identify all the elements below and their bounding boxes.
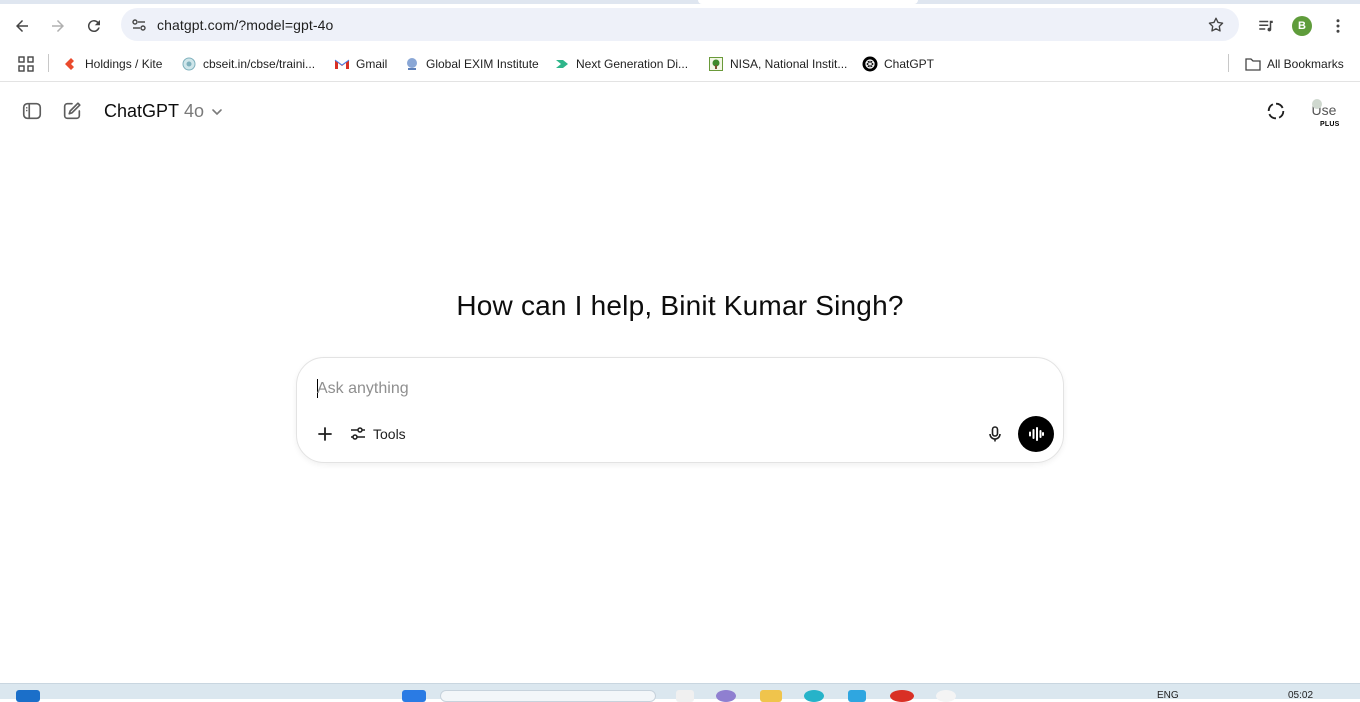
start-button[interactable] — [402, 690, 426, 702]
bookmark-label: Global EXIM Institute — [426, 57, 539, 71]
openai-icon — [862, 56, 878, 72]
model-name: ChatGPT — [104, 101, 180, 121]
app-icon[interactable] — [716, 690, 736, 702]
bookmarks-divider — [1228, 54, 1229, 72]
bookmarks-divider — [48, 54, 49, 72]
cbse-icon — [181, 56, 197, 72]
language-indicator[interactable]: ENG — [1157, 690, 1179, 701]
edit-icon — [63, 102, 81, 120]
model-version: 4o — [184, 101, 205, 121]
arrow-left-icon — [16, 20, 28, 32]
gmail-icon — [334, 56, 350, 72]
chevron-down-icon — [210, 105, 224, 119]
bookmark-label: Holdings / Kite — [85, 57, 163, 71]
windows-taskbar: ENG 05:02 — [0, 683, 1360, 702]
bookmark-gmail[interactable]: Gmail — [334, 54, 387, 74]
clock[interactable]: 05:02 — [1288, 690, 1313, 701]
waveform-icon — [1029, 427, 1044, 441]
more-vert-icon — [1336, 19, 1340, 33]
dashed-circle-icon — [1267, 102, 1285, 120]
bookmark-next-generation[interactable]: Next Generation Di... — [554, 54, 688, 74]
file-explorer-icon[interactable] — [760, 690, 782, 702]
media-control-button[interactable] — [1252, 12, 1280, 40]
greeting-heading: How can I help, Binit Kumar Singh? — [456, 290, 904, 321]
kite-icon — [63, 56, 79, 72]
playlist-icon — [1259, 20, 1273, 32]
sliders-icon — [349, 425, 367, 443]
chrome-icon[interactable] — [890, 690, 914, 702]
user-avatar-button[interactable]: Use PLUS — [1308, 97, 1340, 131]
bookmark-nisa[interactable]: NISA, National Instit... — [708, 54, 847, 74]
avatar: Use — [1308, 97, 1340, 121]
bookmark-label: ChatGPT — [884, 57, 935, 71]
all-bookmarks-label: All Bookmarks — [1267, 57, 1344, 71]
globe-icon — [404, 56, 420, 72]
attach-button[interactable] — [311, 420, 339, 448]
bookmark-label: Gmail — [356, 57, 388, 71]
bookmark-label: cbseit.in/cbse/traini... — [203, 57, 316, 71]
apps-button[interactable] — [18, 54, 34, 74]
profile-avatar: B — [1292, 16, 1312, 36]
plus-icon — [318, 427, 332, 441]
widgets-icon[interactable] — [16, 690, 40, 702]
forward-button[interactable] — [44, 12, 72, 40]
plan-badge: PLUS — [1320, 121, 1340, 128]
back-button[interactable] — [8, 12, 36, 40]
bookmark-global-exim[interactable]: Global EXIM Institute — [404, 54, 539, 74]
site-settings-icon[interactable] — [129, 15, 149, 35]
arrow-right-icon — [52, 20, 64, 32]
folder-icon — [1245, 56, 1261, 72]
browser-menu-button[interactable] — [1324, 12, 1352, 40]
tree-icon — [708, 56, 724, 72]
all-bookmarks-button[interactable]: All Bookmarks — [1245, 54, 1344, 74]
edge-icon[interactable] — [804, 690, 824, 702]
tools-button[interactable]: Tools — [349, 420, 406, 448]
app-icon[interactable] — [936, 690, 956, 702]
sidebar-icon — [22, 102, 42, 120]
dictate-button[interactable] — [981, 420, 1009, 448]
model-selector[interactable]: ChatGPT 4o — [104, 101, 224, 122]
composer: Tools — [296, 357, 1064, 463]
app-header: ChatGPT 4o Use PLUS — [0, 83, 1360, 139]
temporary-chat-button[interactable] — [1262, 97, 1290, 125]
bookmark-kite[interactable]: Holdings / Kite — [63, 54, 162, 74]
url-text[interactable]: chatgpt.com/?model=gpt-4o — [157, 17, 333, 33]
reload-button[interactable] — [80, 12, 108, 40]
store-icon[interactable] — [848, 690, 866, 702]
voice-mode-button[interactable] — [1018, 416, 1054, 452]
reload-icon — [87, 20, 100, 33]
bookmark-star-icon[interactable] — [1205, 14, 1227, 36]
microphone-icon — [989, 426, 1001, 442]
bookmark-chatgpt[interactable]: ChatGPT — [862, 54, 934, 74]
apps-grid-icon — [18, 56, 34, 72]
taskbar-search[interactable] — [440, 690, 656, 702]
browser-toolbar: chatgpt.com/?model=gpt-4o B — [0, 4, 1360, 46]
tools-label: Tools — [373, 426, 406, 442]
bookmarks-bar: Holdings / Kite cbseit.in/cbse/traini...… — [0, 46, 1360, 82]
bookmark-cbse[interactable]: cbseit.in/cbse/traini... — [181, 54, 315, 74]
bookmark-label: NISA, National Instit... — [730, 57, 848, 71]
address-bar[interactable]: chatgpt.com/?model=gpt-4o — [121, 8, 1239, 41]
taskview-icon[interactable] — [676, 690, 694, 702]
prompt-input[interactable] — [317, 378, 957, 400]
toggle-sidebar-button[interactable] — [18, 97, 46, 125]
profile-button[interactable]: B — [1288, 12, 1316, 40]
bookmark-label: Next Generation Di... — [576, 57, 689, 71]
new-chat-button[interactable] — [58, 97, 86, 125]
arrow-icon — [554, 56, 570, 72]
